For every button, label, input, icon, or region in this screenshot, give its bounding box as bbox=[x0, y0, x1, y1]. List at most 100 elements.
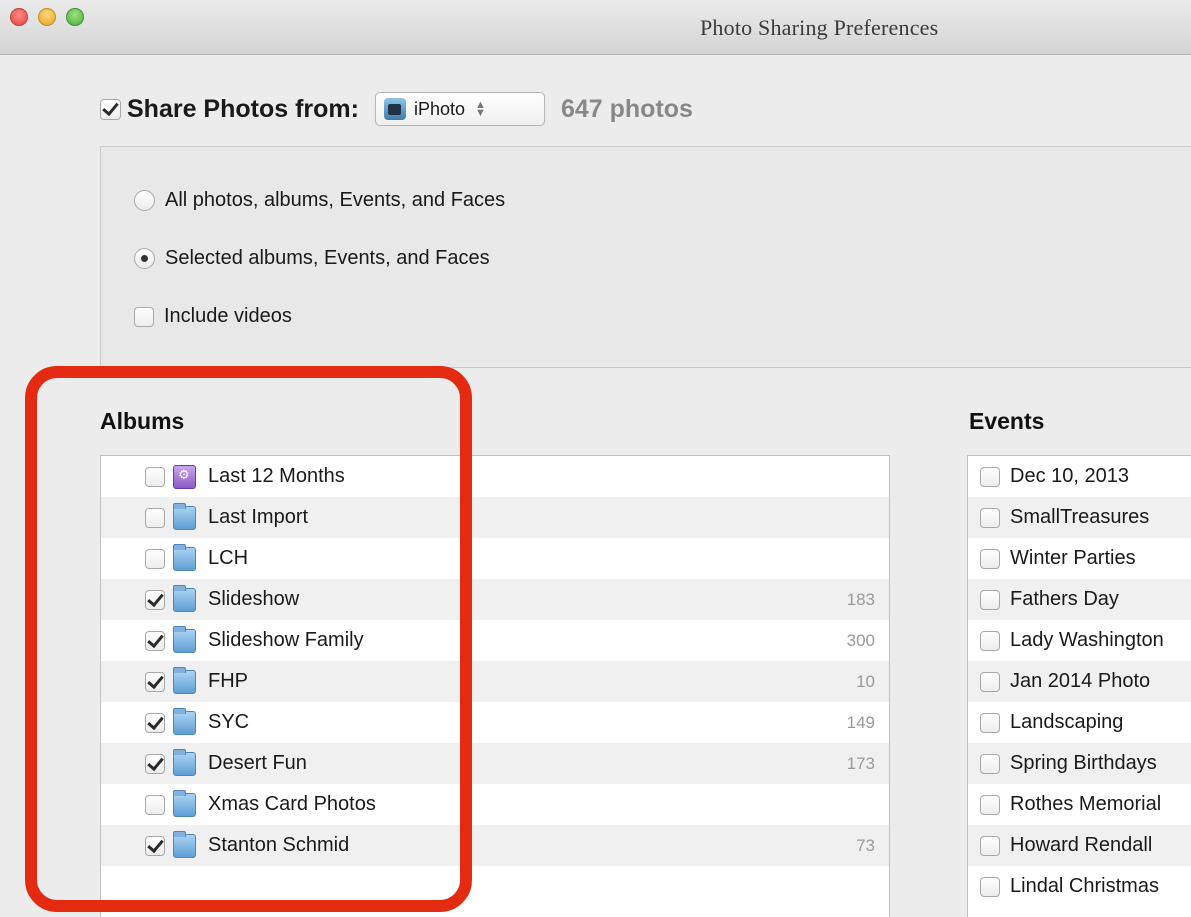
preferences-window: Photo Sharing Preferences Share Photos f… bbox=[0, 0, 1191, 917]
album-folder-icon bbox=[173, 707, 196, 735]
selected-radio[interactable] bbox=[134, 248, 155, 269]
event-label: Jan 2014 Photo bbox=[1010, 670, 1151, 692]
album-checkbox[interactable] bbox=[145, 507, 165, 528]
window-title: Photo Sharing Preferences bbox=[700, 15, 939, 40]
album-row[interactable]: Slideshow Family 300 bbox=[101, 620, 889, 661]
album-label: FHP bbox=[208, 670, 248, 692]
album-label: Stanton Schmid bbox=[208, 834, 350, 856]
option-selected[interactable]: Selected albums, Events, and Faces bbox=[134, 247, 490, 270]
album-label: Desert Fun bbox=[208, 752, 307, 774]
window-controls bbox=[10, 8, 84, 26]
album-folder-icon bbox=[173, 625, 196, 653]
album-row[interactable]: Xmas Card Photos bbox=[101, 784, 889, 825]
album-checkbox[interactable] bbox=[145, 466, 165, 487]
smart-album-icon bbox=[173, 464, 196, 489]
album-folder-icon bbox=[173, 502, 196, 530]
zoom-button[interactable] bbox=[66, 8, 84, 26]
album-count: 300 bbox=[846, 630, 875, 650]
album-label: LCH bbox=[208, 547, 249, 569]
album-row[interactable]: SYC 149 bbox=[101, 702, 889, 743]
album-row[interactable]: Last Import bbox=[101, 497, 889, 538]
event-row[interactable]: Howard Rendall bbox=[968, 825, 1191, 866]
option-all-photos[interactable]: All photos, albums, Events, and Faces bbox=[134, 189, 505, 212]
album-checkbox[interactable] bbox=[145, 712, 165, 733]
event-row[interactable]: Fathers Day bbox=[968, 579, 1191, 620]
include-videos-label: Include videos bbox=[164, 305, 292, 327]
event-checkbox[interactable] bbox=[980, 589, 1000, 610]
albums-list[interactable]: Last 12 Months Last Import LCH Slideshow 183… bbox=[100, 455, 890, 917]
event-label: Landscaping bbox=[1010, 711, 1124, 733]
event-label: Howard Rendall bbox=[1010, 834, 1153, 856]
all-photos-radio[interactable] bbox=[134, 190, 155, 211]
album-row[interactable]: Last 12 Months bbox=[101, 456, 889, 497]
event-checkbox[interactable] bbox=[980, 794, 1000, 815]
event-row[interactable]: SmallTreasures bbox=[968, 497, 1191, 538]
include-videos-checkbox[interactable] bbox=[134, 306, 154, 327]
album-label: Last 12 Months bbox=[208, 465, 345, 487]
event-label: Lady Washington bbox=[1010, 629, 1164, 651]
album-count: 10 bbox=[856, 671, 875, 691]
minimize-button[interactable] bbox=[38, 8, 56, 26]
source-popup-label: iPhoto bbox=[413, 98, 466, 119]
album-checkbox[interactable] bbox=[145, 671, 165, 692]
event-checkbox[interactable] bbox=[980, 466, 1000, 487]
title-bar: Photo Sharing Preferences bbox=[0, 0, 1191, 55]
event-label: Winter Parties bbox=[1010, 547, 1136, 569]
album-row[interactable]: Slideshow 183 bbox=[101, 579, 889, 620]
album-count: 173 bbox=[846, 753, 875, 773]
event-row[interactable]: Lindal Christmas bbox=[968, 866, 1191, 907]
event-row[interactable]: Spring Birthdays bbox=[968, 743, 1191, 784]
event-checkbox[interactable] bbox=[980, 630, 1000, 651]
share-photos-row: Share Photos from: iPhoto ▲ ▼ 647 photos bbox=[100, 92, 693, 126]
album-row[interactable]: Stanton Schmid 73 bbox=[101, 825, 889, 866]
event-label: Fathers Day bbox=[1010, 588, 1119, 610]
event-row[interactable]: Winter Parties bbox=[968, 538, 1191, 579]
album-label: Last Import bbox=[208, 506, 309, 528]
event-row[interactable]: Jan 2014 Photo bbox=[968, 661, 1191, 702]
event-label: Lindal Christmas bbox=[1010, 875, 1159, 897]
option-include-videos[interactable]: Include videos bbox=[134, 305, 292, 328]
album-label: Xmas Card Photos bbox=[208, 793, 376, 815]
event-row[interactable]: Rothes Memorial bbox=[968, 784, 1191, 825]
album-label: Slideshow bbox=[208, 588, 300, 610]
album-checkbox[interactable] bbox=[145, 835, 165, 856]
album-checkbox[interactable] bbox=[145, 794, 165, 815]
event-label: Rothes Memorial bbox=[1010, 793, 1162, 815]
album-checkbox[interactable] bbox=[145, 630, 165, 651]
album-checkbox[interactable] bbox=[145, 753, 165, 774]
event-label: Spring Birthdays bbox=[1010, 752, 1157, 774]
event-row[interactable]: Lady Washington bbox=[968, 620, 1191, 661]
event-checkbox[interactable] bbox=[980, 671, 1000, 692]
share-photos-checkbox[interactable] bbox=[100, 98, 121, 120]
events-heading: Events bbox=[969, 408, 1045, 434]
album-count: 149 bbox=[846, 712, 875, 732]
all-photos-label: All photos, albums, Events, and Faces bbox=[165, 189, 506, 211]
share-photos-label: Share Photos from: bbox=[127, 94, 359, 123]
album-row[interactable]: FHP 10 bbox=[101, 661, 889, 702]
events-list[interactable]: Dec 10, 2013 SmallTreasures Winter Parties… bbox=[967, 455, 1191, 917]
event-checkbox[interactable] bbox=[980, 835, 1000, 856]
album-count: 183 bbox=[846, 589, 875, 609]
album-row[interactable]: LCH bbox=[101, 538, 889, 579]
event-checkbox[interactable] bbox=[980, 712, 1000, 733]
source-popup[interactable]: iPhoto ▲ ▼ bbox=[374, 92, 545, 126]
album-checkbox[interactable] bbox=[145, 548, 165, 569]
iphoto-icon bbox=[383, 98, 406, 120]
event-checkbox[interactable] bbox=[980, 753, 1000, 774]
popup-arrows-icon: ▲ ▼ bbox=[475, 99, 486, 119]
album-folder-icon bbox=[173, 666, 196, 694]
event-checkbox[interactable] bbox=[980, 507, 1000, 528]
event-label: SmallTreasures bbox=[1010, 506, 1150, 528]
close-button[interactable] bbox=[10, 8, 28, 26]
album-folder-icon bbox=[173, 543, 196, 571]
album-label: SYC bbox=[208, 711, 250, 733]
album-count: 73 bbox=[856, 835, 875, 855]
album-folder-icon bbox=[173, 584, 196, 612]
event-checkbox[interactable] bbox=[980, 548, 1000, 569]
event-checkbox[interactable] bbox=[980, 876, 1000, 897]
event-row[interactable]: Dec 10, 2013 bbox=[968, 456, 1191, 497]
albums-heading: Albums bbox=[100, 408, 185, 434]
album-checkbox[interactable] bbox=[145, 589, 165, 610]
album-row[interactable]: Desert Fun 173 bbox=[101, 743, 889, 784]
event-row[interactable]: Landscaping bbox=[968, 702, 1191, 743]
